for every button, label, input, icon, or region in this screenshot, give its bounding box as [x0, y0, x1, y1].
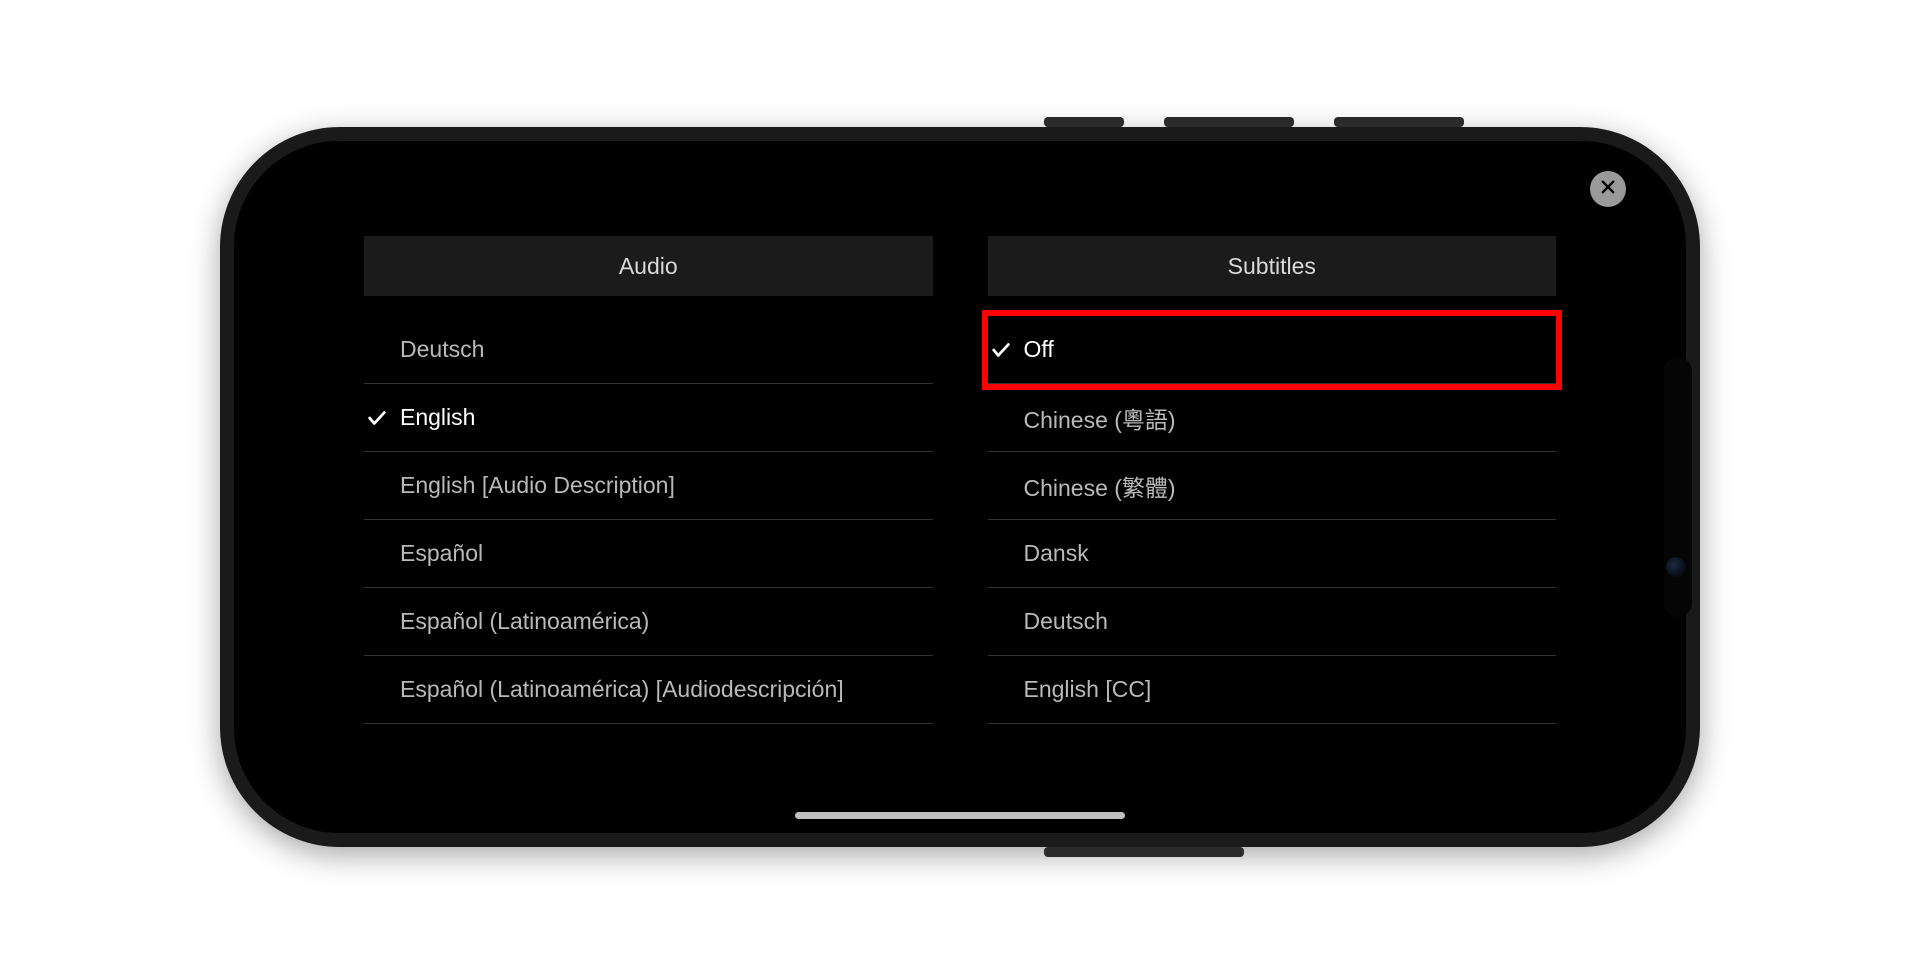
check-icon — [990, 339, 1012, 361]
subtitle-option[interactable]: Dansk — [988, 520, 1557, 588]
subtitle-option[interactable]: Off — [988, 316, 1557, 384]
audio-option[interactable]: Deutsch — [364, 316, 933, 384]
subtitle-option-label: Off — [1024, 336, 1054, 363]
audio-option[interactable]: Español — [364, 520, 933, 588]
close-button[interactable] — [1590, 171, 1626, 207]
subtitles-column: Subtitles Off Chinese (粵語) Chinese (繁體) Dan… — [988, 236, 1557, 793]
volume-up-button — [1164, 117, 1294, 127]
audio-header: Audio — [364, 236, 933, 296]
audio-option-label: Deutsch — [400, 336, 484, 363]
notch — [1664, 357, 1692, 617]
subtitle-option-label: Chinese (繁體) — [1024, 469, 1176, 503]
subtitles-header-label: Subtitles — [1228, 253, 1316, 280]
audio-options-list: Deutsch English English [Audio Description… — [364, 316, 933, 724]
camera-lens — [1666, 557, 1686, 577]
subtitle-option-label: English [CC] — [1024, 676, 1152, 703]
power-button — [1044, 847, 1244, 857]
subtitle-option-label: Chinese (粵語) — [1024, 401, 1176, 435]
audio-option[interactable]: English [Audio Description] — [364, 452, 933, 520]
audio-column: Audio Deutsch English English [Audio Descr… — [364, 236, 933, 793]
audio-option[interactable]: Español (Latinoamérica) — [364, 588, 933, 656]
subtitles-header: Subtitles — [988, 236, 1557, 296]
subtitle-options-list: Off Chinese (粵語) Chinese (繁體) Dansk Deutsch E… — [988, 316, 1557, 724]
subtitle-option[interactable]: Chinese (繁體) — [988, 452, 1557, 520]
audio-option[interactable]: English — [364, 384, 933, 452]
audio-option-label: Español — [400, 540, 483, 567]
screen: Audio Deutsch English English [Audio Descr… — [234, 141, 1686, 833]
close-icon — [1599, 178, 1617, 201]
audio-option-label: Español (Latinoamérica) — [400, 608, 649, 635]
subtitle-option[interactable]: Chinese (粵語) — [988, 384, 1557, 452]
audio-option-label: English [Audio Description] — [400, 472, 675, 499]
phone-frame: Audio Deutsch English English [Audio Descr… — [220, 127, 1700, 847]
subtitle-option-label: Deutsch — [1024, 608, 1108, 635]
volume-down-button — [1334, 117, 1464, 127]
audio-option-label: English — [400, 404, 475, 431]
subtitle-option[interactable]: English [CC] — [988, 656, 1557, 724]
subtitle-option-label: Dansk — [1024, 540, 1089, 567]
audio-header-label: Audio — [619, 253, 678, 280]
check-icon — [366, 407, 388, 429]
audio-option[interactable]: Español (Latinoamérica) [Audiodescripció… — [364, 656, 933, 724]
side-button — [1044, 117, 1124, 127]
subtitle-option[interactable]: Deutsch — [988, 588, 1557, 656]
audio-option-label: Español (Latinoamérica) [Audiodescripció… — [400, 676, 844, 703]
home-indicator — [795, 812, 1125, 819]
